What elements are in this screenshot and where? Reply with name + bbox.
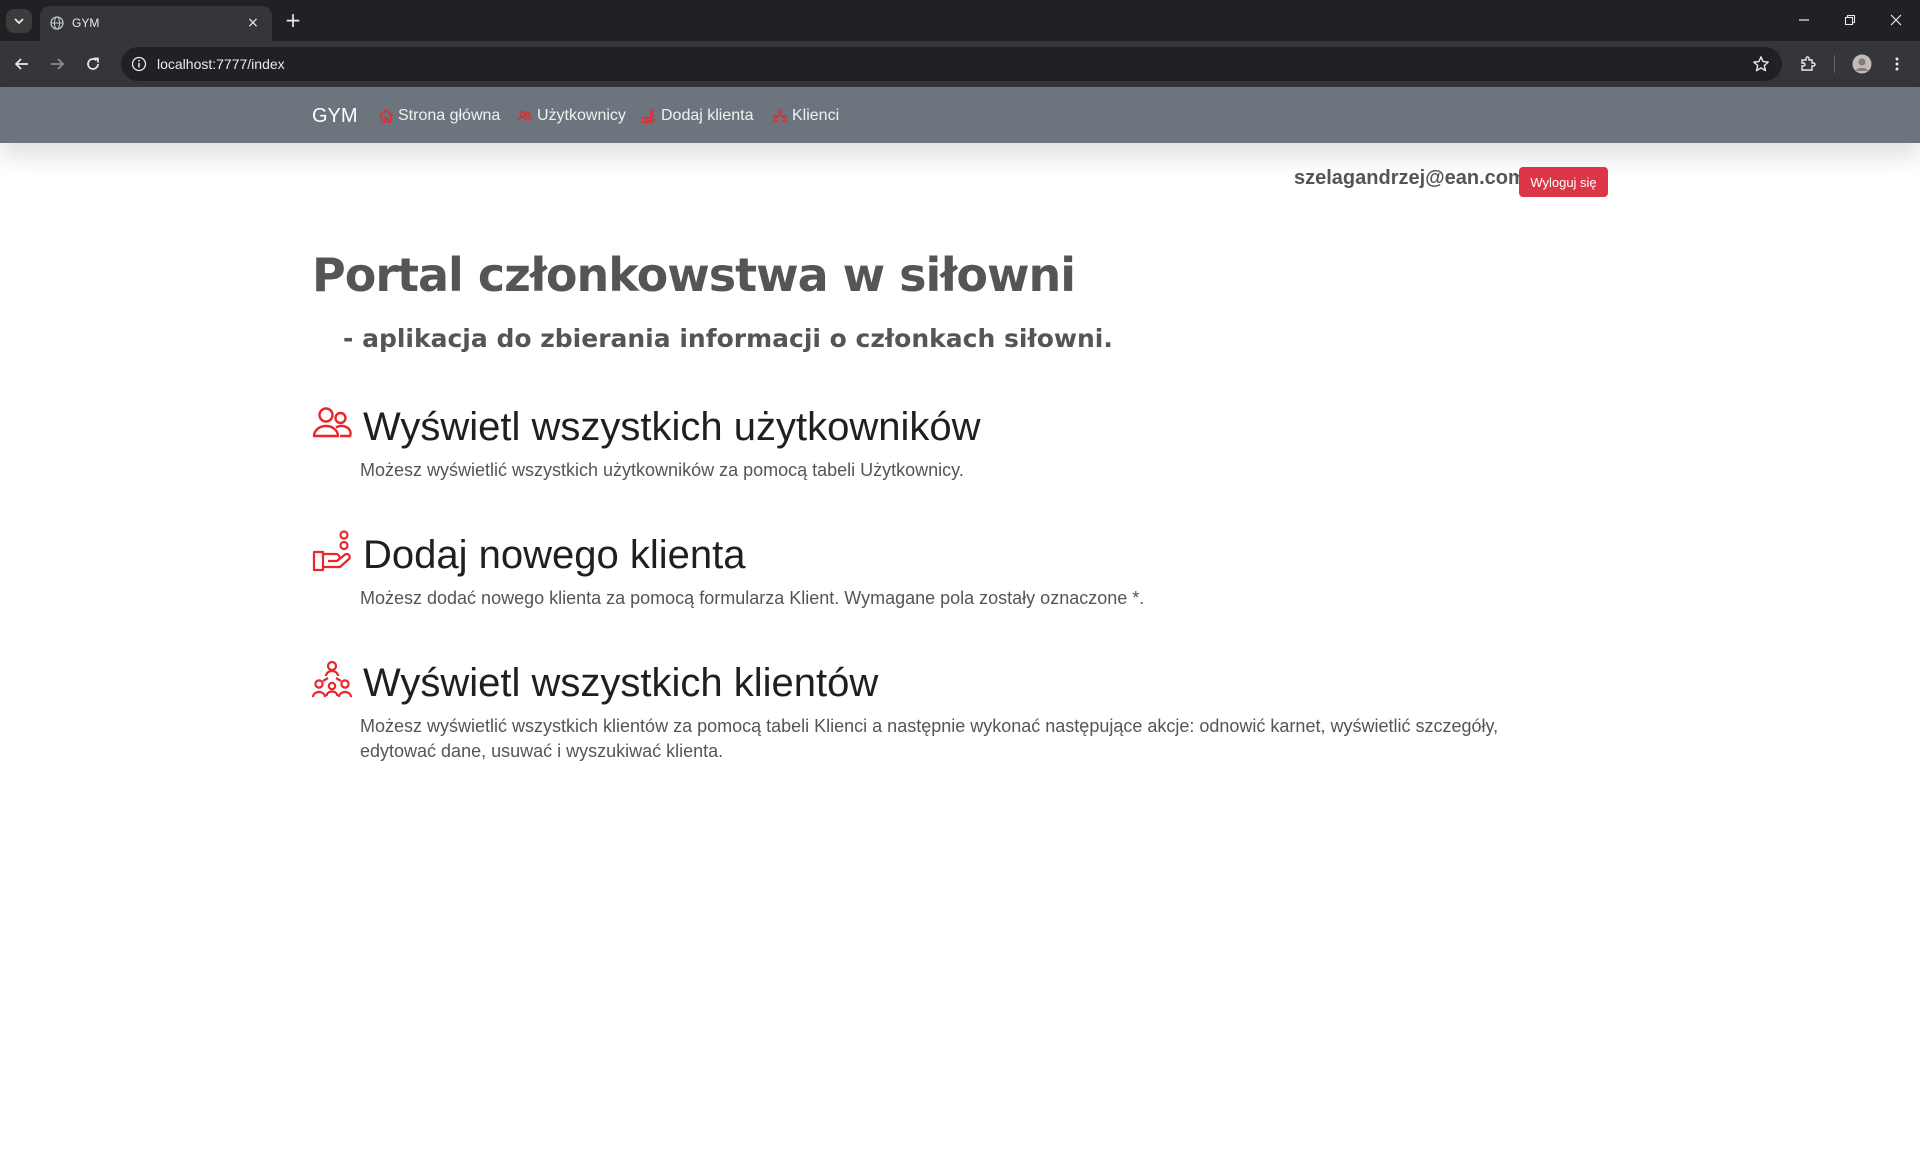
section-view-clients: Wyświetl wszystkich klientów Możesz wyśw… [312,656,1612,766]
site-navbar: GYM Strona główna Użytkownicy Dodaj klie… [0,87,1920,143]
extensions-button[interactable] [1797,53,1819,75]
reload-icon [87,57,99,70]
users-icon [517,111,533,121]
nav-item-home-label: Strona główna [398,107,501,124]
restore-icon [1844,14,1856,26]
restore-button[interactable] [1828,8,1872,32]
nav-item-users-label: Użytkownicy [537,107,626,124]
home-icon [378,108,394,123]
nav-item-add-client[interactable]: Dodaj klienta [641,105,754,127]
nav-item-add-client-label: Dodaj klienta [661,107,754,124]
add-client-icon [312,530,351,572]
back-button[interactable] [10,52,34,76]
section-add-client: Dodaj nowego klienta Możesz dodać nowego… [312,528,1612,618]
section-view-clients-heading: Wyświetl wszystkich klientów [363,661,879,705]
clients-icon [312,660,352,698]
site-info-icon[interactable] [131,56,147,72]
nav-item-clients[interactable]: Klienci [772,105,839,127]
tab-title: GYM [72,16,100,30]
browser-toolbar: localhost:7777/index [0,41,1920,87]
toolbar-separator [1834,55,1835,73]
avatar-icon [1852,54,1872,74]
user-email: szelagandrzej@ean.com [1294,167,1526,189]
users-icon [312,407,352,438]
section-view-users: Wyświetl wszystkich użytkowników Możesz … [312,400,1612,490]
page-subtitle: - aplikacja do zbierania informacji o cz… [343,324,1113,353]
nav-item-home[interactable]: Strona główna [378,105,500,127]
arrow-left-icon [14,58,28,70]
chevron-down-icon [14,18,24,25]
brand-logo[interactable]: GYM [312,105,358,128]
section-view-clients-description: Możesz wyświetlić wszystkich klientów za… [360,716,1499,761]
arrow-right-icon [51,58,65,70]
bookmark-star-icon[interactable] [1752,55,1770,73]
page-title: Portal członkowstwa w siłowni [312,248,1076,302]
section-view-users-description: Możesz wyświetlić wszystkich użytkownikó… [360,460,964,480]
nav-item-clients-label: Klienci [792,107,840,124]
section-add-client-heading: Dodaj nowego klienta [363,533,746,577]
browser-tab-strip: GYM × + [0,0,1920,41]
add-client-icon [641,108,656,124]
tab-search-button[interactable] [6,9,32,33]
puzzle-icon [1801,56,1816,71]
globe-icon [50,16,64,30]
tab-close-button[interactable]: × [244,14,262,32]
nav-item-users[interactable]: Użytkownicy [517,105,626,127]
kebab-menu-icon [1895,57,1899,71]
new-tab-button[interactable]: + [282,10,304,32]
logout-button[interactable]: Wyloguj się [1519,167,1608,197]
clients-icon [772,108,788,123]
browser-menu-button[interactable] [1886,53,1908,75]
reload-button[interactable] [81,52,105,76]
minimize-icon [1799,19,1809,21]
minimize-button[interactable] [1782,8,1826,32]
profile-button[interactable] [1851,53,1873,75]
browser-tab[interactable]: GYM × [40,6,272,41]
section-view-users-heading: Wyświetl wszystkich użytkowników [363,405,981,449]
address-bar[interactable]: localhost:7777/index [121,47,1782,81]
forward-button[interactable] [45,52,69,76]
section-add-client-description: Możesz dodać nowego klienta za pomocą fo… [360,588,1145,608]
close-window-button[interactable] [1874,8,1918,32]
close-icon [1890,14,1902,26]
url-text[interactable]: localhost:7777/index [157,56,285,72]
